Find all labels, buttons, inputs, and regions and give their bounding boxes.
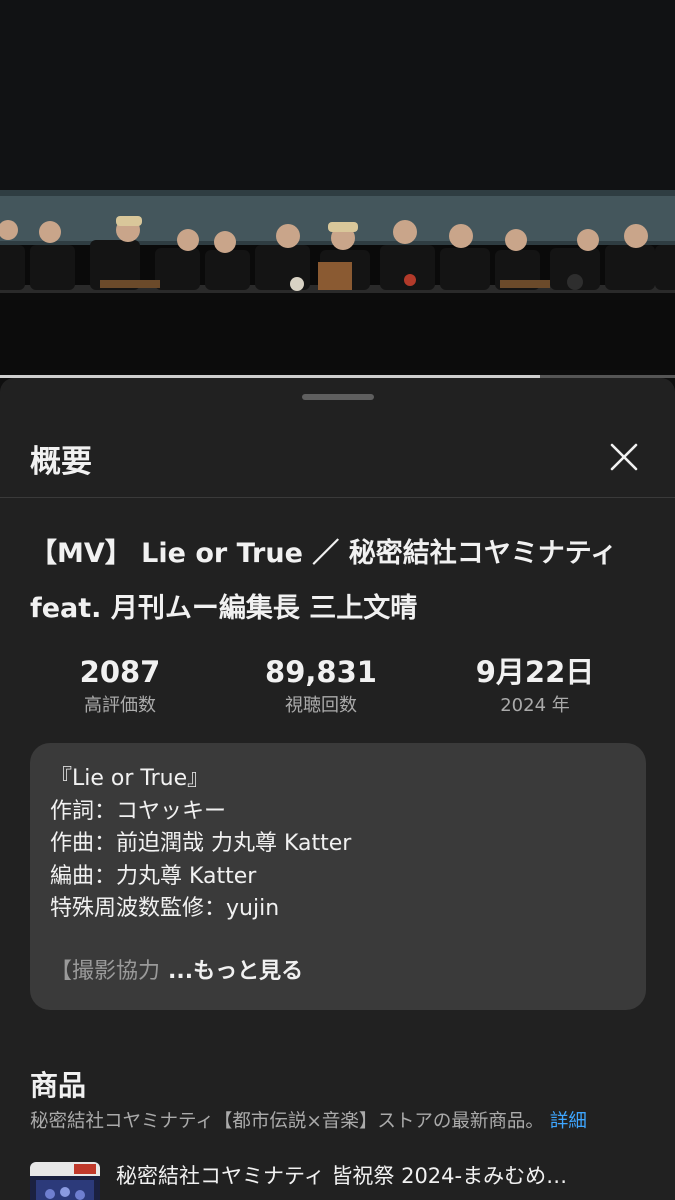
show-more-button[interactable]: ...もっと見る bbox=[168, 959, 303, 984]
publish-year: 2024 年 bbox=[500, 695, 570, 716]
likes-stat: 2087 高評価数 bbox=[20, 652, 220, 718]
products-detail-link[interactable]: 詳細 bbox=[550, 1111, 587, 1132]
close-icon bbox=[610, 443, 638, 471]
description-card[interactable]: 『Lie or True』 作詞：コヤッキー 作曲：前迫潤哉 力丸尊 Katte… bbox=[30, 743, 646, 1010]
product-image bbox=[30, 1162, 100, 1200]
products-heading: 商品 bbox=[30, 1069, 87, 1102]
description-truncated-text: 【撮影協力 bbox=[50, 959, 161, 984]
product-name[interactable]: 秘密結社コヤミナティ 皆祝祭 2024-まみむめ… bbox=[116, 1160, 636, 1190]
drag-handle[interactable] bbox=[302, 394, 374, 400]
likes-label: 高評価数 bbox=[84, 695, 156, 716]
publish-date: 9月22日 bbox=[475, 655, 595, 689]
close-button[interactable] bbox=[604, 437, 644, 477]
description-sheet: 概要 【MV】 Lie or True ／ 秘密結社コヤミナティ feat. 月… bbox=[0, 378, 675, 1200]
description-text: 『Lie or True』 作詞：コヤッキー 作曲：前迫潤哉 力丸尊 Katte… bbox=[50, 766, 352, 921]
views-count: 89,831 bbox=[265, 655, 377, 689]
likes-count: 2087 bbox=[79, 655, 161, 689]
video-frame-image bbox=[0, 0, 675, 378]
date-stat: 9月22日 2024 年 bbox=[435, 652, 635, 718]
sheet-title: 概要 bbox=[30, 444, 92, 480]
views-stat: 89,831 視聴回数 bbox=[221, 652, 421, 718]
products-subtitle-text: 秘密結社コヤミナティ【都市伝説×音楽】ストアの最新商品。 bbox=[30, 1111, 544, 1132]
video-stats: 2087 高評価数 89,831 視聴回数 9月22日 2024 年 bbox=[0, 652, 675, 722]
product-thumbnail[interactable] bbox=[30, 1162, 100, 1200]
description-truncated-line: 【撮影協力 ...もっと見る bbox=[50, 954, 303, 990]
views-label: 視聴回数 bbox=[285, 695, 357, 716]
products-subtitle: 秘密結社コヤミナティ【都市伝説×音楽】ストアの最新商品。 詳細 bbox=[30, 1107, 650, 1133]
video-player[interactable] bbox=[0, 0, 675, 378]
sheet-header: 概要 bbox=[0, 418, 675, 498]
video-title: 【MV】 Lie or True ／ 秘密結社コヤミナティ feat. 月刊ムー… bbox=[30, 538, 618, 624]
